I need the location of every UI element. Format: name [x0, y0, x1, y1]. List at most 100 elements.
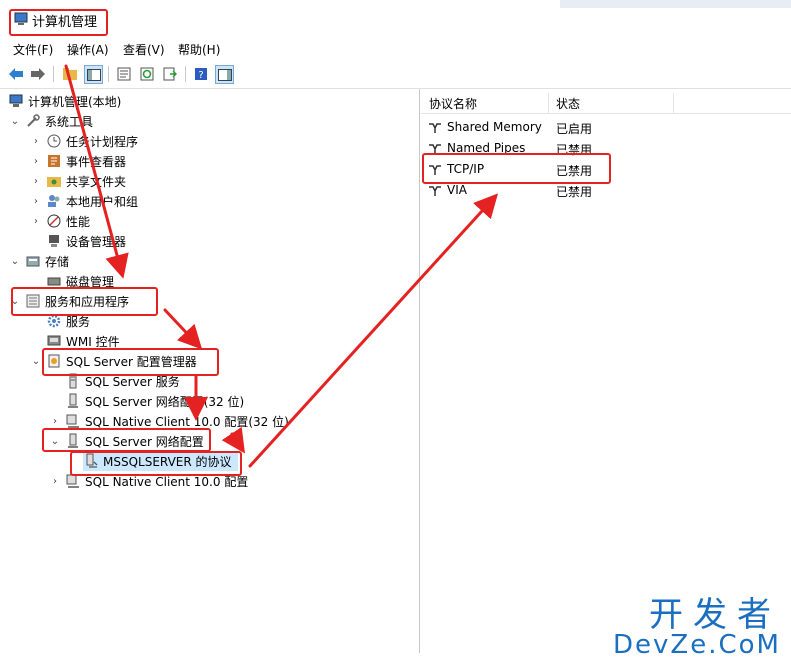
- list-row-via[interactable]: VIA 已禁用: [421, 179, 791, 200]
- services-apps-icon: [26, 294, 40, 308]
- sql-config-icon: [48, 354, 60, 368]
- storage-icon: [26, 256, 40, 267]
- chevron-right-icon[interactable]: ›: [30, 215, 42, 227]
- client-config-icon: [66, 414, 79, 428]
- tree-item-sql-network[interactable]: ⌄ SQL Server 网络配置: [49, 431, 204, 451]
- export-list-button[interactable]: [161, 65, 178, 82]
- tree-item-services-apps[interactable]: ⌄ 服务和应用程序: [9, 291, 129, 311]
- show-hide-tree-button[interactable]: [84, 65, 103, 84]
- console-tree: 计算机管理(本地) ⌄ 系统工具 › 任务计划程序 › 事件查看器 › 共享文件…: [3, 89, 420, 653]
- tree-item-task-scheduler[interactable]: › 任务计划程序: [30, 131, 138, 151]
- tree-item-storage[interactable]: ⌄ 存储: [9, 251, 69, 271]
- toolbar: ?: [0, 61, 791, 89]
- properties-button[interactable]: [115, 65, 132, 82]
- menu-action[interactable]: 操作(A): [67, 41, 109, 58]
- protocol-icon: [429, 144, 441, 154]
- tree-label: 本地用户和组: [66, 194, 139, 209]
- tree-item-shared-folders[interactable]: › 共享文件夹: [30, 171, 126, 191]
- menu-view[interactable]: 查看(V): [123, 41, 165, 58]
- refresh-button[interactable]: [138, 65, 155, 82]
- tree-label: 存储: [45, 254, 70, 269]
- tree-item-system-tools[interactable]: ⌄ 系统工具: [9, 111, 93, 131]
- chevron-down-icon[interactable]: ⌄: [30, 355, 42, 367]
- tree-item-sql-config-manager[interactable]: ⌄ SQL Server 配置管理器: [30, 351, 197, 371]
- device-manager-icon: [49, 235, 59, 247]
- chevron-right-icon[interactable]: ›: [30, 135, 42, 147]
- tree-item-wmi[interactable]: WMI 控件: [46, 331, 120, 351]
- tree-item-native-client[interactable]: › SQL Native Client 10.0 配置: [49, 471, 248, 491]
- tree-item-mssql-protocols[interactable]: MSSQLSERVER 的协议: [83, 451, 238, 471]
- protocol-status: 已禁用: [556, 185, 593, 199]
- server-icon: [69, 373, 77, 389]
- window-title: 计算机管理: [32, 15, 98, 30]
- menu-help[interactable]: 帮助(H): [178, 41, 220, 58]
- column-header-protocol[interactable]: 协议名称: [429, 95, 477, 112]
- list-row-tcp-ip[interactable]: TCP/IP 已禁用: [421, 158, 791, 179]
- protocol-list: 协议名称 状态 Shared Memory 已启用 Named Pipes 已禁…: [421, 89, 791, 653]
- menu-bar: 文件(F) 操作(A) 查看(V) 帮助(H): [0, 37, 791, 61]
- tree-item-sql-network-32[interactable]: SQL Server 网络配置(32 位): [65, 391, 244, 411]
- tree-item-performance[interactable]: › 性能: [30, 211, 90, 231]
- tree-label: SQL Server 网络配置(32 位): [85, 394, 245, 409]
- list-header: 协议名称 状态: [421, 91, 791, 114]
- protocol-name: TCP/IP: [447, 162, 485, 176]
- svg-text:?: ?: [198, 70, 203, 81]
- tree-item-sql-services[interactable]: SQL Server 服务: [65, 371, 180, 391]
- protocol-status: 已禁用: [556, 164, 593, 178]
- protocol-name: VIA: [447, 183, 467, 197]
- tools-icon: [27, 114, 40, 127]
- column-header-status[interactable]: 状态: [556, 95, 580, 112]
- up-folder-button[interactable]: [61, 65, 78, 82]
- clock-icon: [47, 134, 61, 148]
- tree-item-local-users[interactable]: › 本地用户和组: [30, 191, 138, 211]
- tree-item-services[interactable]: 服务: [46, 311, 90, 331]
- tree-label: MSSQLSERVER 的协议: [103, 454, 232, 469]
- background-window-strip: [560, 0, 791, 8]
- tree-item-event-viewer[interactable]: › 事件查看器: [30, 151, 126, 171]
- protocol-icon: [429, 186, 441, 196]
- chevron-right-icon[interactable]: ›: [30, 175, 42, 187]
- back-button[interactable]: [7, 65, 24, 82]
- tree-item-native-client-32[interactable]: › SQL Native Client 10.0 配置(32 位): [49, 411, 289, 431]
- protocol-icon: [429, 123, 441, 133]
- menu-file[interactable]: 文件(F): [13, 41, 53, 58]
- tree-label: SQL Server 配置管理器: [66, 354, 197, 369]
- tree-item-root[interactable]: 计算机管理(本地): [8, 91, 121, 111]
- protocol-status: 已启用: [556, 122, 593, 136]
- chevron-right-icon[interactable]: ›: [30, 195, 42, 207]
- chevron-right-icon[interactable]: ›: [49, 475, 61, 487]
- tree-label: 事件查看器: [66, 154, 127, 169]
- network-config-icon: [68, 393, 78, 408]
- watermark-cn: 开发者: [649, 595, 781, 635]
- computer-management-icon: [14, 12, 28, 25]
- forward-arrow-icon: [30, 67, 45, 80]
- tree-label: 任务计划程序: [66, 134, 139, 149]
- protocol-icon: [429, 165, 441, 175]
- chevron-down-icon[interactable]: ⌄: [9, 115, 21, 127]
- tree-item-disk-management[interactable]: 磁盘管理: [46, 271, 114, 291]
- gear-icon: [47, 314, 61, 328]
- chevron-right-icon[interactable]: ›: [49, 415, 61, 427]
- chevron-down-icon[interactable]: ⌄: [49, 435, 61, 447]
- protocols-icon: [86, 453, 98, 468]
- client-config-icon: [66, 474, 79, 488]
- column-divider[interactable]: [673, 93, 674, 113]
- tree-label: SQL Server 服务: [85, 374, 180, 389]
- tree-label: 共享文件夹: [66, 174, 127, 189]
- network-config-icon: [68, 433, 78, 448]
- users-icon: [48, 195, 60, 207]
- help-button[interactable]: ?: [192, 65, 209, 82]
- chevron-down-icon[interactable]: ⌄: [9, 255, 21, 267]
- list-row-shared-memory[interactable]: Shared Memory 已启用: [421, 116, 791, 137]
- column-divider[interactable]: [548, 93, 549, 113]
- tree-label: 设备管理器: [66, 234, 127, 249]
- properties-icon: [117, 67, 130, 80]
- back-arrow-icon: [8, 67, 23, 80]
- forward-button[interactable]: [29, 65, 46, 82]
- chevron-down-icon[interactable]: ⌄: [9, 295, 21, 307]
- watermark-en: DevZe.CoM: [613, 630, 781, 660]
- show-action-pane-button[interactable]: [215, 65, 234, 84]
- chevron-right-icon[interactable]: ›: [30, 155, 42, 167]
- tree-item-device-manager[interactable]: 设备管理器: [46, 231, 126, 251]
- list-row-named-pipes[interactable]: Named Pipes 已禁用: [421, 137, 791, 158]
